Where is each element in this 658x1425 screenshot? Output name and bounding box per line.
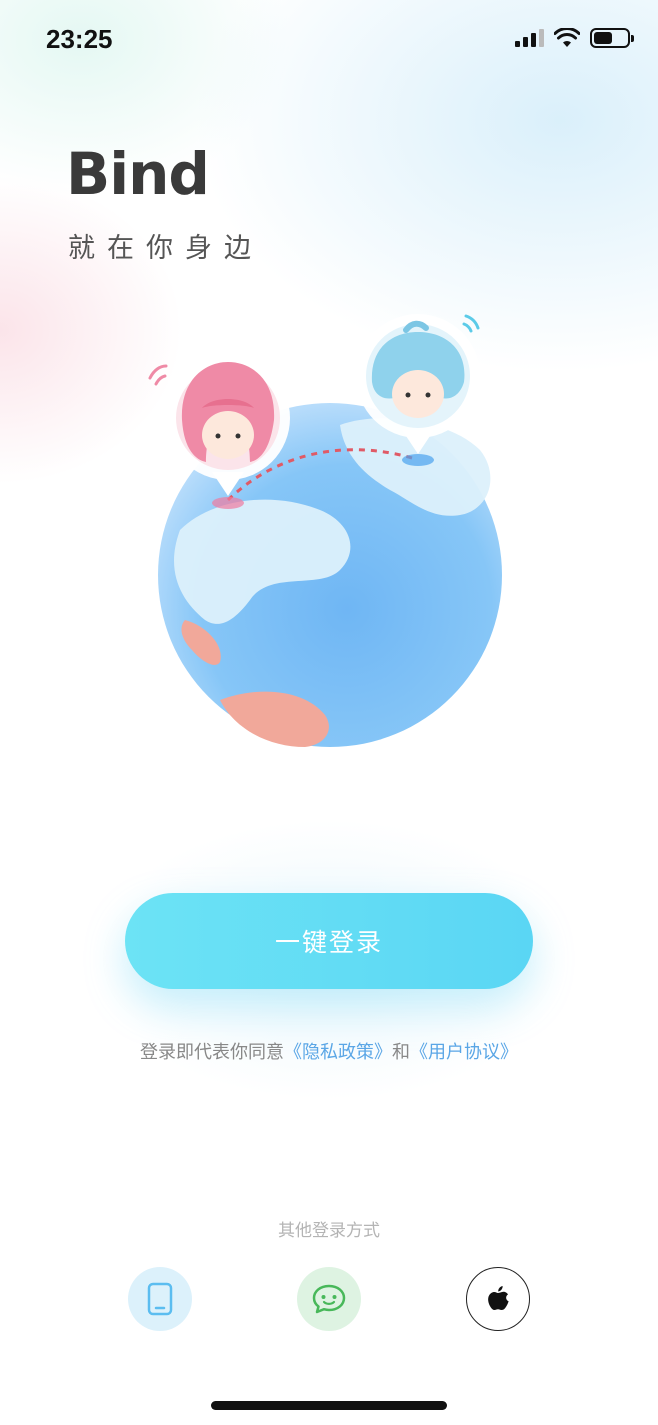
status-icons — [515, 28, 634, 48]
battery-fill — [594, 32, 612, 44]
signal-icon — [515, 29, 544, 47]
battery-icon — [590, 28, 634, 48]
privacy-policy-link[interactable]: 《隐私政策》 — [284, 1042, 392, 1063]
phone-icon — [147, 1282, 173, 1316]
app-logo-title: Bind — [66, 140, 210, 208]
wechat-icon — [312, 1284, 346, 1314]
wechat-login-button[interactable] — [297, 1267, 361, 1331]
globe-illustration — [148, 314, 502, 747]
one-click-login-button[interactable]: 一键登录 — [125, 893, 533, 989]
agreement-text: 登录即代表你同意《隐私政策》和《用户协议》 — [0, 1038, 658, 1064]
agreement-prefix: 登录即代表你同意 — [140, 1042, 284, 1063]
agreement-and: 和 — [392, 1042, 410, 1063]
user-agreement-link[interactable]: 《用户协议》 — [410, 1042, 518, 1063]
app-slogan: 就在你身边 — [68, 233, 263, 264]
phone-login-button[interactable] — [128, 1267, 192, 1331]
apple-login-button[interactable] — [466, 1267, 530, 1331]
other-login-methods-label: 其他登录方式 — [278, 1221, 380, 1241]
home-indicator[interactable] — [211, 1401, 447, 1410]
wifi-icon — [554, 28, 580, 47]
status-time: 23:25 — [46, 24, 113, 54]
apple-icon — [488, 1286, 509, 1310]
